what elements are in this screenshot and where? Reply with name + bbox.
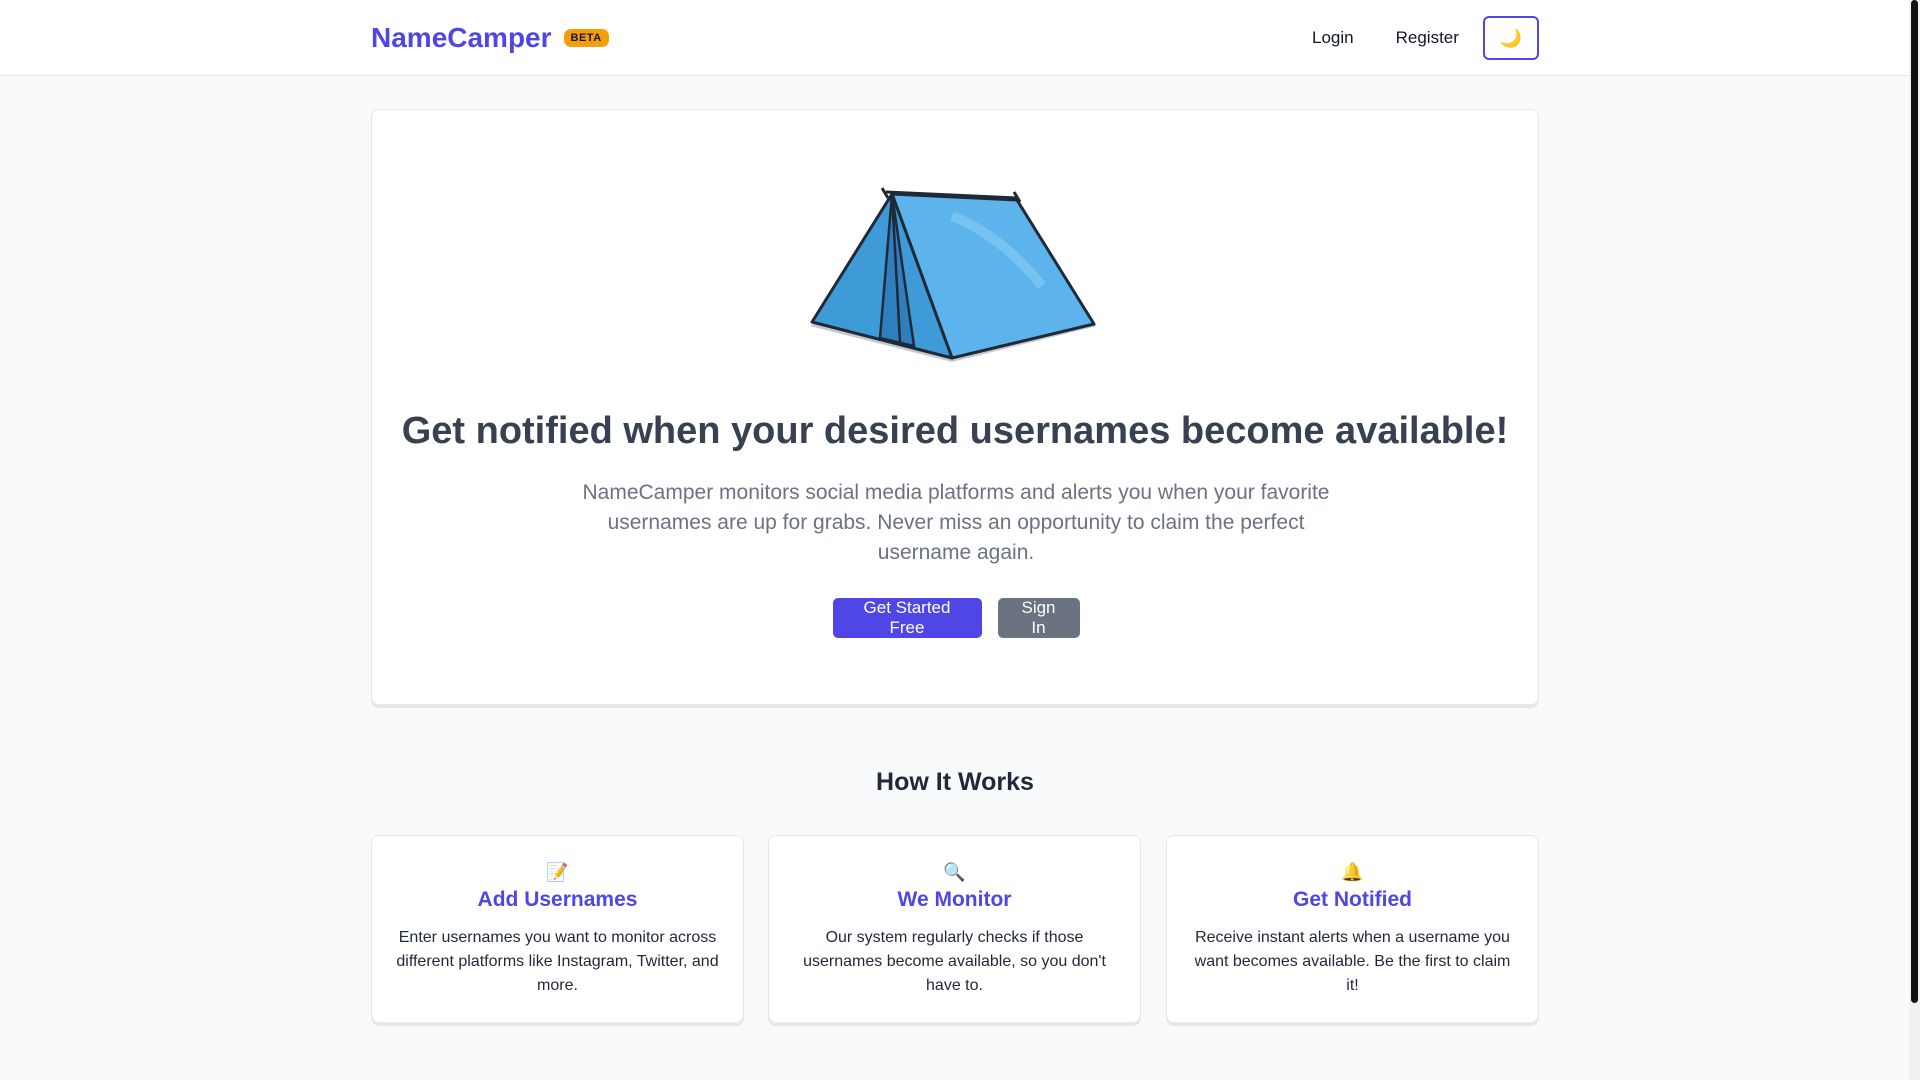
- magnifier-icon: 🔍: [943, 862, 966, 882]
- bell-icon: 🔔: [1341, 862, 1364, 882]
- tent-illustration: [810, 187, 1097, 362]
- register-link[interactable]: Register: [1384, 28, 1471, 48]
- scrollbar-thumb[interactable]: [1911, 0, 1918, 1003]
- nav-links: Login Register 🌙: [1300, 16, 1539, 60]
- feature-description: Our system regularly checks if those use…: [803, 929, 1106, 994]
- hero-description: NameCamper monitors social media platfor…: [582, 481, 1330, 564]
- get-started-button[interactable]: Get Started Free: [832, 598, 982, 638]
- hero-card: Get notified when your desired usernames…: [371, 109, 1539, 705]
- feature-description: Receive instant alerts when a username y…: [1194, 929, 1511, 994]
- feature-card-get-notified: 🔔 Get Notified Receive instant alerts wh…: [1166, 835, 1539, 1023]
- feature-title: Get Notified: [1293, 888, 1412, 911]
- feature-card-add-usernames: 📝 Add Usernames Enter usernames you want…: [371, 835, 744, 1023]
- feature-title: Add Usernames: [477, 888, 638, 911]
- hero-buttons: Get Started Free Sign In: [372, 598, 1538, 638]
- sign-in-button[interactable]: Sign In: [997, 598, 1080, 638]
- feature-title: We Monitor: [897, 888, 1012, 911]
- how-it-works-title: How It Works: [876, 768, 1034, 796]
- beta-badge: BETA: [563, 29, 609, 47]
- brand-name[interactable]: NameCamper: [371, 22, 552, 54]
- hero-title: Get notified when your desired usernames…: [401, 410, 1509, 452]
- moon-icon: 🌙: [1499, 27, 1523, 48]
- memo-icon: 📝: [546, 862, 569, 882]
- brand[interactable]: NameCamper BETA: [371, 22, 609, 54]
- theme-toggle-button[interactable]: 🌙: [1482, 16, 1539, 60]
- navbar: NameCamper BETA Login Register 🌙: [0, 0, 1909, 76]
- feature-card-we-monitor: 🔍 We Monitor Our system regularly checks…: [768, 835, 1141, 1023]
- feature-description: Enter usernames you want to monitor acro…: [396, 929, 719, 994]
- login-link[interactable]: Login: [1300, 28, 1366, 48]
